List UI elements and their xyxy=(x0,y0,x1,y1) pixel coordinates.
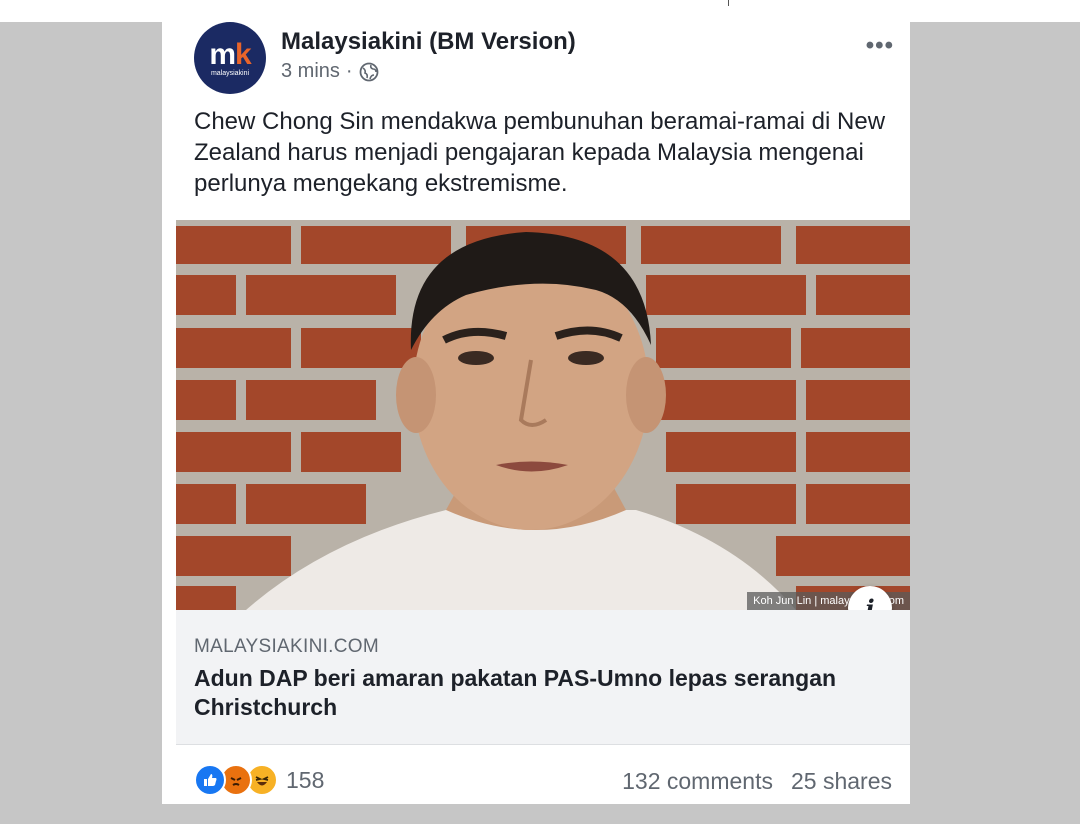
link-domain: MALAYSIAKINI.COM xyxy=(194,636,379,657)
divider xyxy=(728,0,729,6)
meta-separator: · xyxy=(345,60,353,82)
post-time[interactable]: 3 mins xyxy=(281,60,340,83)
post-text: Chew Chong Sin mendakwa pembunuhan beram… xyxy=(194,108,886,197)
top-strip xyxy=(0,0,1080,22)
reactions-summary[interactable]: 158 xyxy=(194,764,324,796)
page-avatar[interactable]: mk malaysiakini xyxy=(194,22,266,94)
avatar-caption: malaysiakini xyxy=(210,69,250,77)
link-preview[interactable]: MALAYSIAKINI.COM Adun DAP beri amaran pa… xyxy=(176,610,910,745)
page-name-link[interactable]: Malaysiakini (BM Version) xyxy=(281,28,576,56)
comments-count-link[interactable]: 132 comments xyxy=(622,768,773,795)
facebook-post-card: mk malaysiakini Malaysiakini (BM Version… xyxy=(162,22,910,804)
post-footer: 158 132 comments 25 shares xyxy=(162,762,910,802)
more-options-button[interactable]: ••• xyxy=(866,32,894,60)
avatar-logo: mk xyxy=(209,37,251,71)
post-stats: 132 comments 25 shares xyxy=(622,768,892,795)
photo-illustration xyxy=(176,220,910,610)
like-icon xyxy=(194,764,226,796)
reaction-count: 158 xyxy=(286,766,325,793)
globe-icon xyxy=(359,62,378,81)
post-meta: 3 mins · xyxy=(281,60,379,83)
shares-count-link[interactable]: 25 shares xyxy=(791,768,892,795)
link-preview-image[interactable]: Koh Jun Lin | malaysiakini.com xyxy=(176,220,910,610)
link-title[interactable]: Adun DAP beri amaran pakatan PAS-Umno le… xyxy=(194,664,874,722)
